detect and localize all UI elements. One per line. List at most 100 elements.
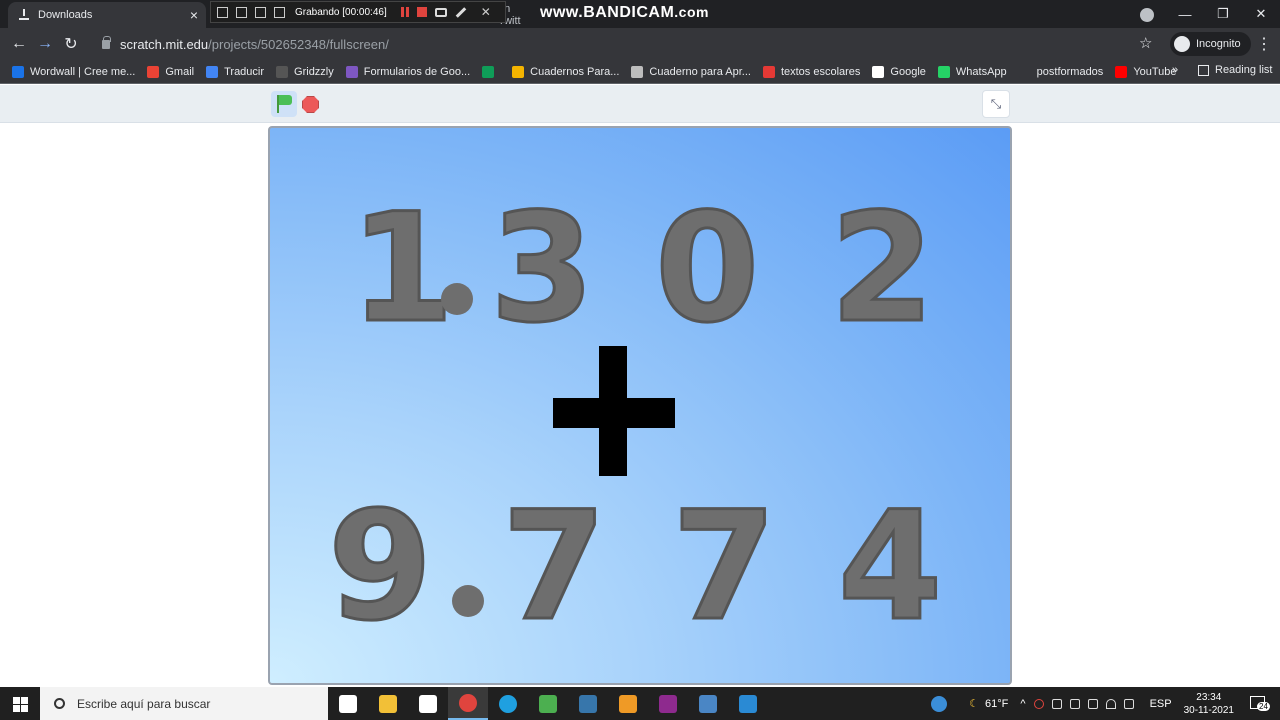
bookmark-item[interactable]: WhatsApp [937,65,1007,78]
bookmark-label: textos escolares [780,65,861,78]
top-decimal-point [441,283,473,315]
moon-weather-icon: ☾ [969,698,980,710]
windows-logo-pane [21,705,28,712]
region-icon[interactable] [255,6,266,18]
recording-status: Grabando [00:00:46] [295,6,387,18]
stop-recording-icon[interactable] [416,7,427,17]
bookmark-item[interactable]: Traducir [206,65,264,78]
plus-horizontal [553,398,675,428]
taskbar-app-winrar[interactable] [648,687,688,720]
minimize-button[interactable]: — [1166,7,1204,22]
bookmark-favicon-icon [147,65,160,78]
top-digit-4: 2 [830,182,934,356]
bookmark-label: Cuadernos Para... [530,65,620,78]
bookmark-label: Gmail [165,65,195,78]
taskbar-app-chrome[interactable] [448,687,488,720]
wifi-icon[interactable] [1105,698,1116,709]
green-flag-button[interactable] [271,91,297,117]
bookmark-favicon-icon [762,65,775,78]
taskbar-app-edge[interactable] [488,687,528,720]
incognito-badge[interactable]: Incognito [1170,32,1251,56]
bookmark-item[interactable]: textos escolares [762,65,861,78]
bookmark-item[interactable]: Cuaderno para Apr... [631,65,751,78]
search-placeholder: Escribe aquí para buscar [77,696,211,711]
screenshot-icon[interactable] [434,7,447,17]
taskbar-app-green-app[interactable] [528,687,568,720]
screen-tray-icon[interactable] [1069,698,1080,709]
reading-list-button[interactable]: Reading list [1198,64,1272,76]
windows-logo-pane [21,697,28,704]
bookmark-item[interactable]: Cuadernos Para... [512,65,620,78]
edge-icon [499,694,517,713]
bandicam-watermark: www.BANDICAM.com [540,4,709,22]
video-player-icon [619,694,637,713]
taskbar-app-calculator[interactable] [688,687,728,720]
volume-icon[interactable] [1123,698,1134,709]
back-icon[interactable]: ← [6,35,32,53]
taskbar-app-video-player[interactable] [608,687,648,720]
forward-icon[interactable]: → [32,35,58,53]
bookmark-item[interactable]: Gmail [147,65,195,78]
tab-downloads[interactable]: Downloads × [8,2,206,28]
bookmark-item[interactable]: Gridzzly [276,65,334,78]
url-host: scratch.mit.edu [120,36,209,52]
restore-button[interactable]: ❐ [1204,6,1242,22]
resize-icon[interactable] [274,6,285,18]
notification-count: 24 [1257,701,1270,711]
bottom-digit-1: 9 [328,480,432,654]
bookmark-label: Formularios de Goo... [363,65,471,78]
bookmark-star-icon[interactable]: ☆ [1139,34,1152,52]
bookmark-item[interactable]: Google [872,65,926,78]
lock-icon [102,35,111,49]
address-bar: ← → ↻ scratch.mit.edu/projects/502652348… [0,28,1280,60]
bookmark-item[interactable]: Wordwall | Cree me... [12,65,135,78]
watermark-main: www.BANDICAM [540,4,675,21]
start-button[interactable] [0,687,40,720]
close-tab-button[interactable]: × [190,7,198,23]
stop-button[interactable] [302,96,319,113]
chevron-up-icon[interactable]: ^ [1020,698,1025,710]
taskbar-app-task-view[interactable] [328,687,368,720]
reading-list-label: Reading list [1215,64,1273,76]
reload-icon[interactable]: ↻ [58,34,84,54]
url-field[interactable]: scratch.mit.edu/projects/502652348/fulls… [102,35,389,52]
pause-icon[interactable] [400,7,409,17]
taskbar-app-media-app[interactable] [728,687,768,720]
camera-tray-icon[interactable] [1051,698,1062,709]
bookmark-label: Cuaderno para Apr... [649,65,751,78]
winrar-icon [659,694,677,713]
top-digit-2: 3 [490,182,594,356]
bookmark-item[interactable]: YouTube [1115,65,1177,78]
profile-icon[interactable] [1128,6,1166,22]
close-recorder-button[interactable]: ✕ [481,5,491,19]
more-bookmarks-button[interactable]: » [1172,64,1178,76]
bookmark-item[interactable] [482,65,500,78]
battery-icon[interactable] [1087,698,1098,709]
window-mode-icon[interactable] [217,6,228,18]
taskbar-search[interactable]: Escribe aquí para buscar [40,687,328,720]
bookmark-favicon-icon [1115,65,1128,78]
close-window-button[interactable]: ✕ [1242,6,1280,22]
browser-menu-icon[interactable]: ⋮ [1256,34,1272,54]
green-flag-cloth [279,95,292,105]
notifications-button[interactable]: 24 [1248,694,1274,714]
bottom-digit-2: 7 [502,480,606,654]
pen-icon[interactable] [455,6,467,18]
clock[interactable]: 23:34 30-11-2021 [1184,691,1234,717]
fullscreen-mode-icon[interactable] [236,6,247,18]
scratch-stage[interactable]: 1 3 0 2 9 7 7 4 [268,126,1012,685]
language-indicator[interactable]: ESP [1150,698,1172,710]
record-tray-icon[interactable] [1033,698,1044,709]
taskbar-app-geogebra[interactable] [408,687,448,720]
weather-temp[interactable]: 61°F [985,698,1008,710]
url-path: /projects/502652348/fullscreen/ [208,36,389,52]
exit-fullscreen-button[interactable]: ⤡ [982,90,1010,118]
bookmark-favicon-icon [872,65,885,78]
bookmark-item[interactable]: Formularios de Goo... [345,65,471,78]
bookmark-item[interactable]: postformados [1018,65,1103,78]
bookmark-label: YouTube [1133,65,1177,78]
bookmark-favicon-icon [206,65,219,78]
taskbar-app-file-explorer[interactable] [368,687,408,720]
help-icon[interactable] [931,695,948,712]
taskbar-app-python[interactable] [568,687,608,720]
